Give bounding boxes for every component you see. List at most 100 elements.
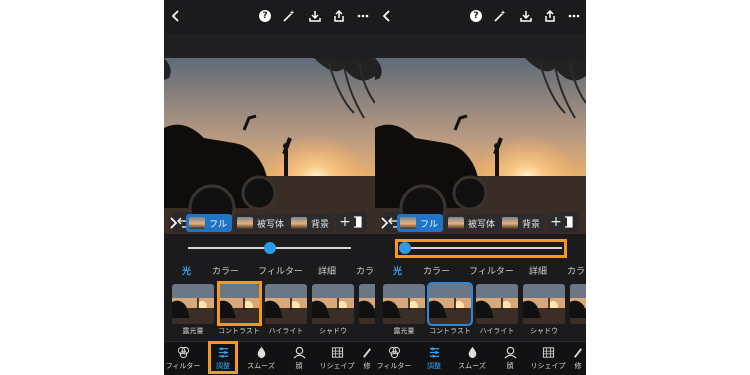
brush-icon [362,348,371,358]
mask-chip-subject[interactable]: 被写体 [234,214,290,232]
nav-label: リシェイプ [319,362,355,370]
nav-label: フィルター [376,362,412,370]
tool-thumbnail [570,284,586,324]
reshape-icon [331,347,343,358]
tool-thumbnail [427,282,473,326]
highlight-box-adjust [208,341,238,374]
mask-selector: フル 被写体 背景 + [164,210,375,236]
mask-chip-full[interactable]: フル [186,214,233,232]
mask-chip-subject[interactable]: 被写体 [445,214,501,232]
nav-label: フィルター [165,362,201,370]
nav-face[interactable]: 顔 [279,346,319,371]
tool-carousel: 露光量 コントラスト ハイライト シャドウ ホ [164,282,375,338]
tool-more[interactable]: ホ [359,284,375,336]
face-icon [293,346,305,359]
tab-color-more[interactable]: カラ [356,264,374,277]
tab-filter[interactable]: フィルター [469,264,514,277]
thumbnail [189,217,205,229]
tool-label: シャドウ [319,327,347,335]
mask-chip-label: フル [209,219,228,230]
slider-knob[interactable] [263,242,276,254]
tab-filter[interactable]: フィルター [258,264,303,277]
chevron-right-icon[interactable] [168,215,180,231]
add-mask-button[interactable]: + [547,214,565,232]
top-toolbar: ? [164,0,375,34]
nav-label: 顔 [295,362,303,370]
phone-screen-left: ? フル 被写体 背景 + 光 カラー フィルター 詳細 カラ 露光量 コントラ… [164,0,375,375]
tool-shadow[interactable]: シャドウ [312,284,354,336]
nav-retouch[interactable]: 修 [357,346,375,371]
tool-highlight[interactable]: ハイライト [265,284,307,336]
share-icon[interactable] [540,6,560,26]
nav-retouch[interactable]: 修 [568,346,586,371]
tool-highlight[interactable]: ハイライト [476,284,518,336]
magic-wand-icon[interactable] [279,6,299,26]
nav-adjust[interactable]: 調整 [414,346,454,371]
tab-color[interactable]: カラー [423,264,450,277]
adjust-slider[interactable] [164,236,375,260]
nav-smooth[interactable]: スムーズ [452,346,492,371]
more-icon[interactable] [564,6,584,26]
nav-filter[interactable]: フィルター [375,346,414,371]
nav-label: リシェイプ [530,362,566,370]
mask-chip-label: 背景 [522,219,541,230]
nav-filter[interactable]: フィルター [164,346,203,371]
mask-selector: フル 被写体 背景 + [375,210,586,236]
tool-thumbnail [172,284,214,324]
download-icon[interactable] [305,6,325,26]
mask-chip-full[interactable]: フル [397,214,444,232]
tab-color-more[interactable]: カラ [567,264,585,277]
top-toolbar: ? [375,0,586,34]
tool-label: ホ [570,326,586,336]
filter-icon [388,346,400,359]
nav-reshape[interactable]: リシェイプ [528,346,568,371]
help-icon[interactable]: ? [255,6,275,26]
nav-label: 顔 [506,362,514,370]
tab-detail[interactable]: 詳細 [318,264,336,277]
help-icon[interactable]: ? [466,6,486,26]
tool-more[interactable]: ホ [570,284,586,336]
phone-screen-right: ? フル 被写体 背景 + 光 カラー フィルター 詳細 カラ 露光量 コントラ… [375,0,586,375]
brush-icon [573,348,582,358]
photo-canvas[interactable] [375,34,586,234]
highlight-box-contrast [217,281,262,326]
tab-light[interactable]: 光 [182,264,191,277]
photo-image [164,58,375,234]
back-icon[interactable] [377,6,397,26]
chevron-right-icon[interactable] [379,215,391,231]
tool-label: 露光量 [393,327,415,335]
tool-thumbnail [523,284,565,324]
nav-reshape[interactable]: リシェイプ [317,346,357,371]
back-icon[interactable] [166,6,186,26]
magic-wand-icon[interactable] [490,6,510,26]
thumbnail [400,217,416,229]
mask-chip-background[interactable]: 背景 [288,214,335,232]
smooth-icon [468,346,476,359]
share-icon[interactable] [329,6,349,26]
tool-label: ハイライト [268,327,304,335]
tool-label: 露光量 [182,327,204,335]
nav-smooth[interactable]: スムーズ [241,346,281,371]
thumbnail [291,217,307,229]
smooth-icon [257,346,265,359]
tool-exposure[interactable]: 露光量 [172,284,214,336]
download-icon[interactable] [516,6,536,26]
tool-exposure[interactable]: 露光量 [383,284,425,336]
nav-face[interactable]: 顔 [490,346,530,371]
tab-light[interactable]: 光 [393,264,402,277]
tool-shadow[interactable]: シャドウ [523,284,565,336]
thumbnail [237,217,253,229]
mask-chip-background[interactable]: 背景 [499,214,546,232]
category-tabs: 光 カラー フィルター 詳細 カラ [164,260,375,280]
tool-thumbnail [312,284,354,324]
tab-detail[interactable]: 詳細 [529,264,547,277]
tool-contrast[interactable]: コントラスト [427,282,473,336]
tool-label: シャドウ [530,327,558,335]
tab-color[interactable]: カラー [212,264,239,277]
adjust-icon [429,347,439,358]
add-mask-button[interactable]: + [336,214,354,232]
photo-canvas[interactable] [164,34,375,234]
nav-label: スムーズ [247,362,275,370]
mask-chip-label: 被写体 [257,219,285,230]
more-icon[interactable] [353,6,373,26]
